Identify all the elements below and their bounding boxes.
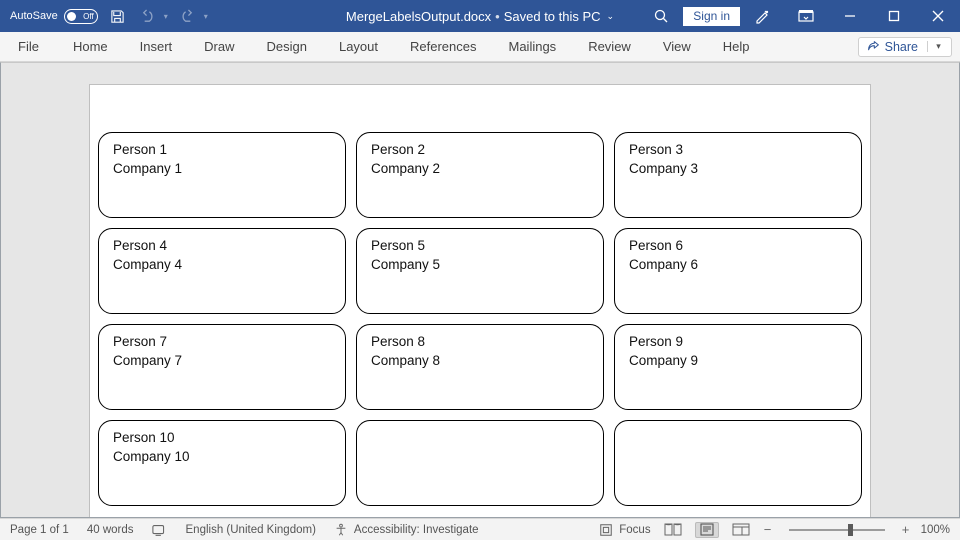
label-person: Person 5 [371, 237, 589, 256]
save-icon[interactable] [108, 6, 128, 26]
undo-icon[interactable] [138, 6, 158, 26]
autosave-toggle[interactable]: AutoSave Off [10, 9, 98, 24]
label-person: Person 4 [113, 237, 331, 256]
label-cell[interactable]: Person 9Company 9 [614, 324, 862, 410]
label-person: Person 9 [629, 333, 847, 352]
label-cell[interactable]: Person 1Company 1 [98, 132, 346, 218]
label-grid: Person 1Company 1Person 2Company 2Person… [106, 132, 854, 506]
view-print-layout[interactable] [695, 522, 719, 538]
document-page[interactable]: Person 1Company 1Person 2Company 2Person… [90, 85, 870, 518]
autosave-pill[interactable]: Off [64, 9, 98, 24]
share-label: Share [885, 40, 918, 54]
document-filename: MergeLabelsOutput.docx [346, 9, 491, 24]
zoom-slider[interactable] [789, 529, 885, 531]
status-bar-right: Focus − + 100% [599, 522, 950, 538]
zoom-in-button[interactable]: + [901, 522, 911, 537]
search-icon[interactable] [639, 0, 683, 32]
focus-icon [599, 523, 613, 537]
share-button[interactable]: Share ▾ [858, 37, 952, 57]
autosave-label: AutoSave [10, 10, 58, 22]
status-page[interactable]: Page 1 of 1 [10, 524, 69, 536]
document-workspace[interactable]: Person 1Company 1Person 2Company 2Person… [0, 62, 960, 518]
label-cell[interactable] [356, 420, 604, 506]
status-spellcheck[interactable] [152, 523, 168, 537]
status-word-count[interactable]: 40 words [87, 524, 134, 536]
label-person: Person 2 [371, 141, 589, 160]
minimize-button[interactable] [828, 0, 872, 32]
label-company: Company 8 [371, 352, 589, 371]
title-separator: • [495, 9, 500, 24]
label-company: Company 1 [113, 160, 331, 179]
label-cell[interactable]: Person 8Company 8 [356, 324, 604, 410]
title-dropdown-icon[interactable]: ⌄ [607, 11, 615, 22]
tab-file[interactable]: File [0, 32, 57, 61]
label-person: Person 1 [113, 141, 331, 160]
label-cell[interactable]: Person 7Company 7 [98, 324, 346, 410]
tab-design[interactable]: Design [251, 32, 323, 61]
status-language[interactable]: English (United Kingdom) [186, 524, 316, 536]
autosave-state: Off [83, 12, 94, 21]
sign-in-label: Sign in [693, 9, 730, 23]
label-person: Person 7 [113, 333, 331, 352]
label-person: Person 3 [629, 141, 847, 160]
label-company: Company 6 [629, 256, 847, 275]
label-company: Company 2 [371, 160, 589, 179]
tab-help[interactable]: Help [707, 32, 766, 61]
undo-caret[interactable]: ▾ [164, 12, 168, 21]
ribbon-tabs: File Home Insert Draw Design Layout Refe… [0, 32, 960, 62]
ribbon-options-icon[interactable] [784, 0, 828, 32]
status-accessibility-label: Accessibility: Investigate [354, 524, 479, 536]
label-person: Person 8 [371, 333, 589, 352]
label-company: Company 5 [371, 256, 589, 275]
status-accessibility[interactable]: Accessibility: Investigate [334, 523, 479, 537]
tab-view[interactable]: View [647, 32, 707, 61]
label-company: Company 7 [113, 352, 331, 371]
tab-mailings[interactable]: Mailings [493, 32, 573, 61]
share-icon [867, 40, 880, 53]
quick-access-toolbar: AutoSave Off ▾ ▾ [0, 6, 208, 26]
zoom-slider-thumb[interactable] [848, 524, 853, 536]
qat-customize-caret[interactable]: ▾ [204, 12, 208, 21]
label-cell[interactable]: Person 2Company 2 [356, 132, 604, 218]
tab-insert[interactable]: Insert [124, 32, 189, 61]
spellcheck-icon [152, 523, 168, 537]
focus-mode-button[interactable]: Focus [599, 523, 650, 537]
title-bar-right: Sign in [639, 0, 960, 32]
tab-review[interactable]: Review [572, 32, 647, 61]
zoom-percent[interactable]: 100% [921, 524, 950, 536]
label-cell[interactable] [614, 420, 862, 506]
maximize-button[interactable] [872, 0, 916, 32]
accessibility-icon [334, 523, 348, 537]
tab-references[interactable]: References [394, 32, 492, 61]
title-bar: AutoSave Off ▾ ▾ MergeLabelsOutput.docx … [0, 0, 960, 32]
status-bar: Page 1 of 1 40 words English (United Kin… [0, 518, 960, 540]
close-button[interactable] [916, 0, 960, 32]
window-title: MergeLabelsOutput.docx • Saved to this P… [346, 9, 614, 24]
label-person: Person 10 [113, 429, 331, 448]
label-cell[interactable]: Person 5Company 5 [356, 228, 604, 314]
focus-label: Focus [619, 524, 650, 536]
tab-home[interactable]: Home [57, 32, 124, 61]
label-cell[interactable]: Person 6Company 6 [614, 228, 862, 314]
label-company: Company 10 [113, 448, 331, 467]
pen-icon[interactable] [740, 0, 784, 32]
view-web-layout[interactable] [729, 522, 753, 538]
view-read-mode[interactable] [661, 522, 685, 538]
sign-in-button[interactable]: Sign in [683, 7, 740, 26]
zoom-out-button[interactable]: − [763, 522, 773, 537]
share-caret-icon[interactable]: ▾ [927, 41, 943, 52]
label-company: Company 3 [629, 160, 847, 179]
tab-draw[interactable]: Draw [188, 32, 250, 61]
label-person: Person 6 [629, 237, 847, 256]
label-cell[interactable]: Person 4Company 4 [98, 228, 346, 314]
save-status: Saved to this PC [504, 9, 601, 24]
tab-layout[interactable]: Layout [323, 32, 394, 61]
label-company: Company 4 [113, 256, 331, 275]
label-company: Company 9 [629, 352, 847, 371]
label-cell[interactable]: Person 3Company 3 [614, 132, 862, 218]
redo-icon[interactable] [178, 6, 198, 26]
label-cell[interactable]: Person 10Company 10 [98, 420, 346, 506]
